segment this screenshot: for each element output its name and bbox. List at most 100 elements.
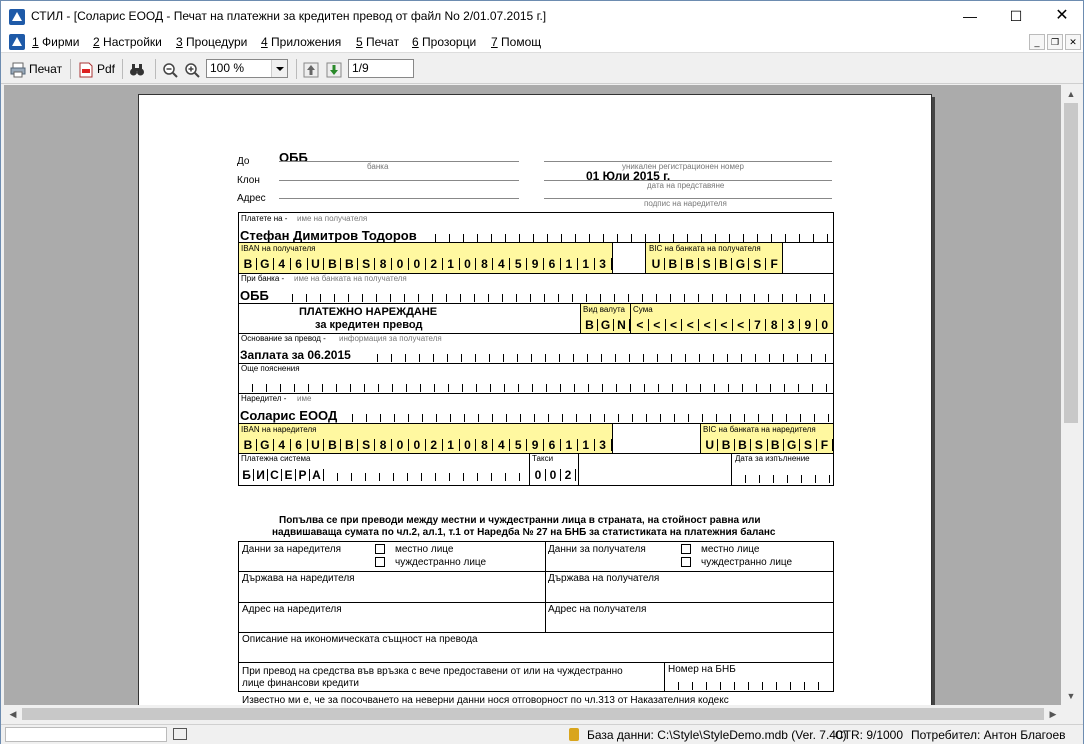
payer-foreign-checkbox[interactable]: чуждестранно лице	[375, 557, 486, 568]
char-cell: G	[732, 258, 750, 270]
checkbox-icon[interactable]	[681, 557, 691, 568]
more-info-label: Още пояснения	[241, 364, 300, 373]
scroll-up-icon[interactable]: ▲	[1063, 86, 1079, 102]
char-cell: Р	[296, 469, 310, 481]
menu-procedures[interactable]: 3 Процедури	[176, 35, 247, 49]
char-cell: F	[817, 439, 834, 451]
payer-data-label: Данни за наредителя	[242, 544, 342, 555]
char-cell: <	[699, 319, 716, 331]
char-cell: 6	[291, 258, 308, 270]
pdf-button[interactable]: Pdf	[78, 59, 115, 79]
char-cell: 2	[426, 258, 443, 270]
pdf-icon	[78, 62, 94, 78]
scroll-down-icon[interactable]: ▼	[1063, 688, 1079, 704]
at-bank-label: При банка -	[241, 274, 285, 283]
char-cell: <	[733, 319, 750, 331]
menu-help[interactable]: 7 Помощ	[491, 35, 541, 49]
menu-settings[interactable]: 2 Настройки	[93, 35, 162, 49]
maximize-button[interactable]: ☐	[993, 1, 1039, 31]
menu-applications[interactable]: 4 Приложения	[261, 35, 341, 49]
horizontal-scroll-thumb[interactable]	[22, 708, 1044, 720]
checkbox-icon[interactable]	[681, 544, 691, 555]
char-cell: 8	[375, 258, 393, 270]
payer-name: Соларис ЕООД	[240, 408, 338, 423]
payee-foreign-checkbox[interactable]: чуждестранно лице	[681, 557, 792, 568]
menu-print[interactable]: 5 Печат	[356, 35, 399, 49]
payee-data-label: Данни за получателя	[548, 544, 646, 555]
payee-name: Стефан Димитров Тодоров	[240, 228, 417, 243]
char-cell: N	[614, 319, 630, 331]
horizontal-scrollbar[interactable]: ◀ ▶	[4, 705, 1062, 723]
checkbox-icon[interactable]	[375, 544, 385, 555]
chevron-down-icon[interactable]	[271, 60, 287, 77]
credits-line-2: лице финансови кредити	[242, 678, 360, 689]
char-cell: 6	[544, 258, 561, 270]
menu-firms[interactable]: 1 Фирми	[32, 35, 79, 49]
vertical-scroll-thumb[interactable]	[1064, 103, 1078, 423]
find-button[interactable]	[129, 59, 148, 79]
checkbox-icon[interactable]	[375, 557, 385, 568]
next-page-button[interactable]	[326, 59, 345, 79]
zoom-select[interactable]: 100 %	[206, 59, 288, 78]
toolbar: Печат Pdf	[1, 54, 1083, 84]
char-cell: 1	[443, 258, 460, 270]
char-cell: G	[598, 319, 614, 331]
at-bank-value: ОББ	[240, 288, 269, 303]
char-cell: G	[257, 258, 274, 270]
char-cell: <	[716, 319, 733, 331]
char-cell: <	[649, 319, 666, 331]
vertical-scrollbar[interactable]: ▲ ▼	[1062, 85, 1080, 705]
zoom-out-icon	[162, 62, 178, 78]
char-cell: F	[766, 258, 784, 270]
reason-label: Основание за превод -	[241, 334, 326, 343]
char-cell: B	[768, 439, 784, 451]
bic-payer-label: BIC на банката на наредителя	[703, 425, 816, 434]
char-cell: S	[358, 258, 376, 270]
char-cell: 3	[783, 319, 800, 331]
to-label: До	[237, 156, 250, 167]
bnb-number-label: Номер на БНБ	[668, 664, 736, 675]
payee-local-checkbox[interactable]: местно лице	[681, 544, 759, 555]
char-cell: 3	[595, 258, 612, 270]
fees-value: 002	[531, 469, 576, 481]
payer-local-checkbox[interactable]: местно лице	[375, 544, 453, 555]
char-cell: 3	[595, 439, 612, 451]
branch-label: Клон	[237, 175, 260, 186]
mdi-close-icon[interactable]: ✕	[1065, 34, 1081, 50]
print-button[interactable]: Печат	[10, 59, 62, 79]
amount-value: < < < < < < <7 8 3 9 0	[632, 319, 834, 331]
zoom-out-button[interactable]	[162, 59, 181, 79]
print-preview-area: До ОББ банка Клон Адрес уникален регистр…	[4, 85, 1061, 705]
payee-hint: име на получателя	[297, 214, 368, 223]
mdi-minimize-icon[interactable]: _	[1029, 34, 1045, 50]
char-cell: B	[341, 258, 359, 270]
char-cell: 4	[274, 258, 291, 270]
credits-line-1: При превод на средства във връзка с вече…	[242, 666, 623, 677]
bic-payer-value: UBBSBGSF	[702, 439, 834, 451]
bic-payee-value: UBBSBGSF	[648, 258, 784, 270]
char-cell: B	[582, 319, 598, 331]
menu-windows[interactable]: 6 Прозорци	[412, 35, 476, 49]
scroll-right-icon[interactable]: ▶	[1045, 706, 1061, 722]
char-cell: U	[648, 258, 665, 270]
mdi-app-icon[interactable]	[9, 34, 25, 50]
zoom-in-button[interactable]	[184, 59, 203, 79]
char-cell: <	[682, 319, 700, 331]
char-cell: G	[257, 439, 274, 451]
mdi-restore-icon[interactable]: ❐	[1047, 34, 1063, 50]
doc-title-1: ПЛАТЕЖНО НАРЕЖДАНЕ	[299, 306, 438, 318]
char-cell: 9	[800, 319, 817, 331]
char-cell: 0	[817, 319, 834, 331]
close-button[interactable]: ✕	[1039, 1, 1084, 31]
iban-payee-value: BG46UBBS80021084596113	[240, 258, 612, 270]
char-cell: А	[310, 469, 324, 481]
char-cell: 0	[546, 469, 561, 481]
prev-page-button[interactable]	[303, 59, 322, 79]
scroll-left-icon[interactable]: ◀	[5, 706, 21, 722]
binoculars-icon	[129, 62, 145, 78]
page-number-field[interactable]: 1/9	[348, 59, 414, 78]
minimize-button[interactable]: —	[947, 1, 993, 31]
currency-value: BGN	[582, 319, 630, 331]
char-cell: 9	[527, 439, 545, 451]
reason-value: Заплата за 06.2015	[240, 348, 351, 362]
